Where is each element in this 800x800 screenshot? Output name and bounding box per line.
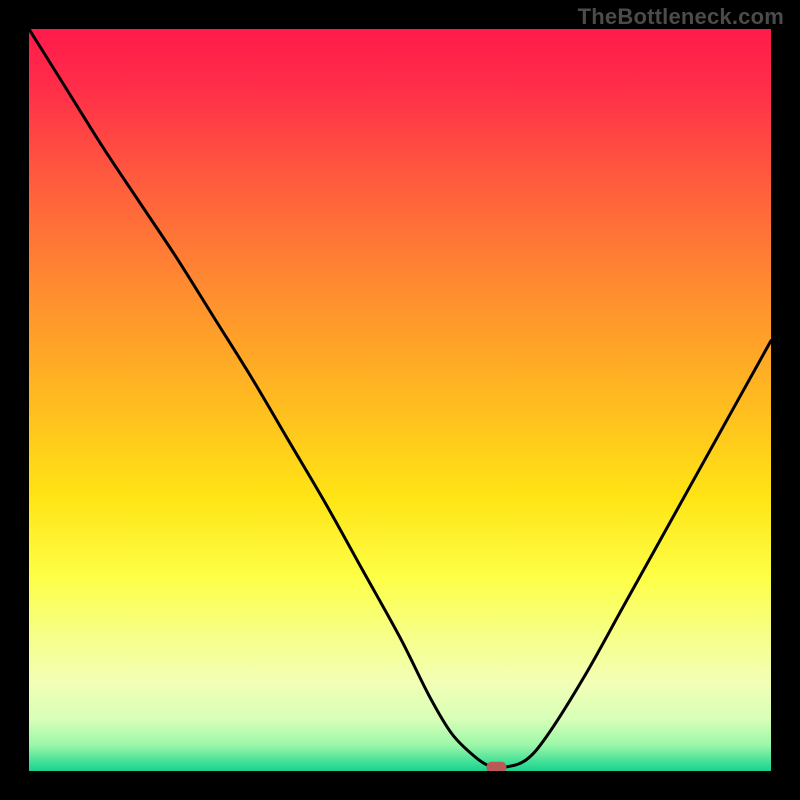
background-rect	[29, 29, 771, 771]
optimum-marker	[486, 762, 506, 771]
chart-frame: TheBottleneck.com	[0, 0, 800, 800]
watermark-label: TheBottleneck.com	[578, 4, 784, 30]
chart-svg	[29, 29, 771, 771]
plot-area	[29, 29, 771, 771]
